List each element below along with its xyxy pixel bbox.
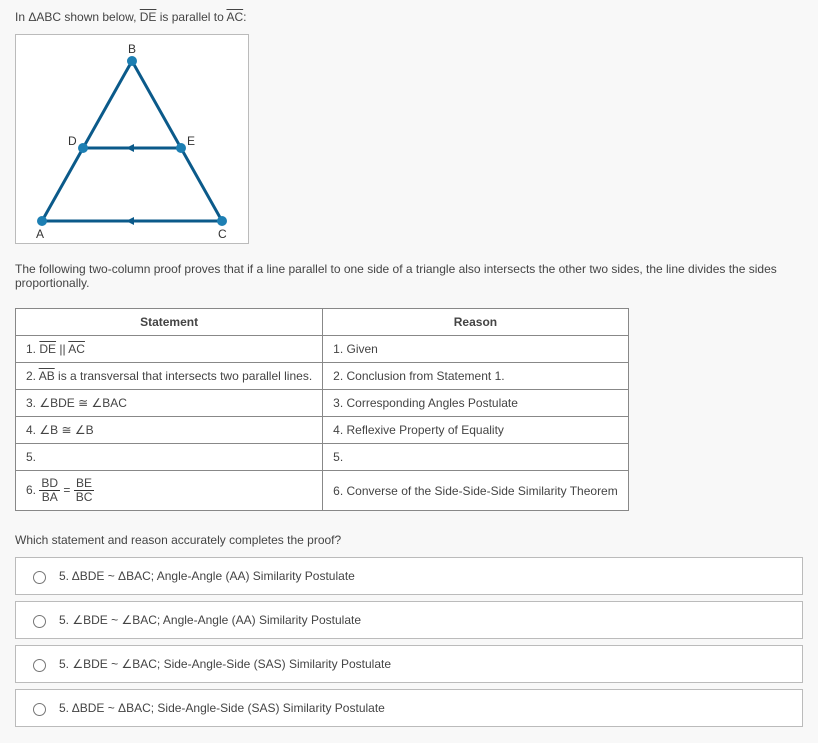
choice-option[interactable]: 5. ΔBDE ~ ΔBAC; Side-Angle-Side (SAS) Si…: [15, 689, 803, 727]
row-num: 1.: [26, 342, 36, 356]
frac-den: BC: [74, 491, 95, 504]
intro-prefix: In ΔABC shown below,: [15, 10, 140, 24]
vertex-e-dot: [176, 143, 186, 153]
choice-text: 5. ∠BDE ~ ∠BAC; Side-Angle-Side (SAS) Si…: [59, 657, 391, 671]
table-header-row: Statement Reason: [16, 309, 629, 336]
angle-text: ∠BAC: [121, 657, 156, 671]
reason-cell: 5.: [323, 444, 629, 471]
choice-text: 5. ΔBDE ~ ΔBAC; Side-Angle-Side (SAS) Si…: [59, 701, 385, 715]
header-statement: Statement: [16, 309, 323, 336]
header-reason: Reason: [323, 309, 629, 336]
arrow-de-icon: [126, 144, 134, 152]
arrow-ac-icon: [126, 217, 134, 225]
table-row: 5. 5.: [16, 444, 629, 471]
intro-seg-de: DE: [140, 10, 157, 24]
choice-prefix: 5.: [59, 569, 72, 583]
choice-radio[interactable]: [33, 659, 46, 672]
tail: ; Side-Angle-Side (SAS) Similarity Postu…: [157, 657, 391, 671]
table-row: 6. BD BA = BE BC 6. Converse of the Side…: [16, 471, 629, 511]
proof-table: Statement Reason 1. DE || AC 1. Given 2.…: [15, 308, 629, 511]
reason-cell: 6. Converse of the Side-Side-Side Simila…: [323, 471, 629, 511]
choice-body: ΔBDE ~ ΔBAC; Side-Angle-Side (SAS) Simil…: [72, 701, 385, 715]
angle-text: ∠BDE ≅ ∠BAC: [39, 396, 127, 410]
reason-cell: 2. Conclusion from Statement 1.: [323, 363, 629, 390]
choice-radio[interactable]: [33, 615, 46, 628]
label-c: C: [218, 227, 227, 239]
reason-cell: 4. Reflexive Property of Equality: [323, 417, 629, 444]
intro-seg-ac: AC: [226, 10, 243, 24]
angle-text: ∠BAC: [121, 613, 156, 627]
row-num: 2.: [26, 369, 36, 383]
side-ab: [42, 61, 132, 221]
label-e: E: [187, 134, 195, 148]
vertex-d-dot: [78, 143, 88, 153]
label-b: B: [128, 42, 136, 56]
intro-suffix: :: [243, 10, 246, 24]
choice-option[interactable]: 5. ∠BDE ~ ∠BAC; Side-Angle-Side (SAS) Si…: [15, 645, 803, 683]
mid: ~: [108, 613, 122, 627]
reason-cell: 3. Corresponding Angles Postulate: [323, 390, 629, 417]
triangle-figure: A C B D E: [15, 34, 249, 244]
vertex-c-dot: [217, 216, 227, 226]
statement-cell: 5.: [16, 444, 323, 471]
statement-cell: 3. ∠BDE ≅ ∠BAC: [16, 390, 323, 417]
row-num: 3.: [26, 396, 36, 410]
intro-mid: is parallel to: [156, 10, 226, 24]
eq: =: [60, 483, 74, 497]
triangle-svg: A C B D E: [22, 41, 244, 239]
statement-cell: 1. DE || AC: [16, 336, 323, 363]
table-row: 3. ∠BDE ≅ ∠BAC 3. Corresponding Angles P…: [16, 390, 629, 417]
choice-option[interactable]: 5. ΔBDE ~ ΔBAC; Angle-Angle (AA) Similar…: [15, 557, 803, 595]
choice-text: 5. ∠BDE ~ ∠BAC; Angle-Angle (AA) Similar…: [59, 613, 361, 627]
statement-cell: 4. ∠B ≅ ∠B: [16, 417, 323, 444]
choice-radio[interactable]: [33, 571, 46, 584]
table-row: 1. DE || AC 1. Given: [16, 336, 629, 363]
frac-den: BA: [39, 491, 60, 504]
proof-intro-text: The following two-column proof proves th…: [15, 262, 803, 290]
side-bc: [132, 61, 222, 221]
question-prompt: Which statement and reason accurately co…: [15, 533, 803, 547]
label-a: A: [36, 227, 44, 239]
label-d: D: [68, 134, 77, 148]
frac-num: BD: [39, 477, 60, 491]
reason-cell: 1. Given: [323, 336, 629, 363]
angle-text: ∠B ≅ ∠B: [39, 423, 93, 437]
choice-prefix: 5.: [59, 657, 72, 671]
question-intro: In ΔABC shown below, DE is parallel to A…: [15, 10, 803, 24]
mid: ||: [56, 342, 68, 356]
choice-option[interactable]: 5. ∠BDE ~ ∠BAC; Angle-Angle (AA) Similar…: [15, 601, 803, 639]
seg: DE: [39, 342, 56, 356]
fraction: BE BC: [74, 477, 95, 504]
angle-text: ∠BDE: [72, 613, 107, 627]
row-num: 4.: [26, 423, 36, 437]
statement-cell: 2. AB is a transversal that intersects t…: [16, 363, 323, 390]
choice-text: 5. ΔBDE ~ ΔBAC; Angle-Angle (AA) Similar…: [59, 569, 355, 583]
statement-cell: 6. BD BA = BE BC: [16, 471, 323, 511]
choice-radio[interactable]: [33, 703, 46, 716]
seg: AB: [39, 369, 55, 383]
suffix: is a transversal that intersects two par…: [55, 369, 312, 383]
row-num: 6.: [26, 483, 36, 497]
choice-prefix: 5.: [59, 701, 72, 715]
fraction: BD BA: [39, 477, 60, 504]
seg: AC: [68, 342, 85, 356]
tail: ; Angle-Angle (AA) Similarity Postulate: [157, 613, 361, 627]
angle-text: ∠BDE: [72, 657, 107, 671]
table-row: 4. ∠B ≅ ∠B 4. Reflexive Property of Equa…: [16, 417, 629, 444]
mid: ~: [108, 657, 122, 671]
choice-body: ΔBDE ~ ΔBAC; Angle-Angle (AA) Similarity…: [72, 569, 355, 583]
row-num: 5.: [26, 450, 36, 464]
vertex-b-dot: [127, 56, 137, 66]
frac-num: BE: [74, 477, 95, 491]
choice-prefix: 5.: [59, 613, 72, 627]
vertex-a-dot: [37, 216, 47, 226]
table-row: 2. AB is a transversal that intersects t…: [16, 363, 629, 390]
